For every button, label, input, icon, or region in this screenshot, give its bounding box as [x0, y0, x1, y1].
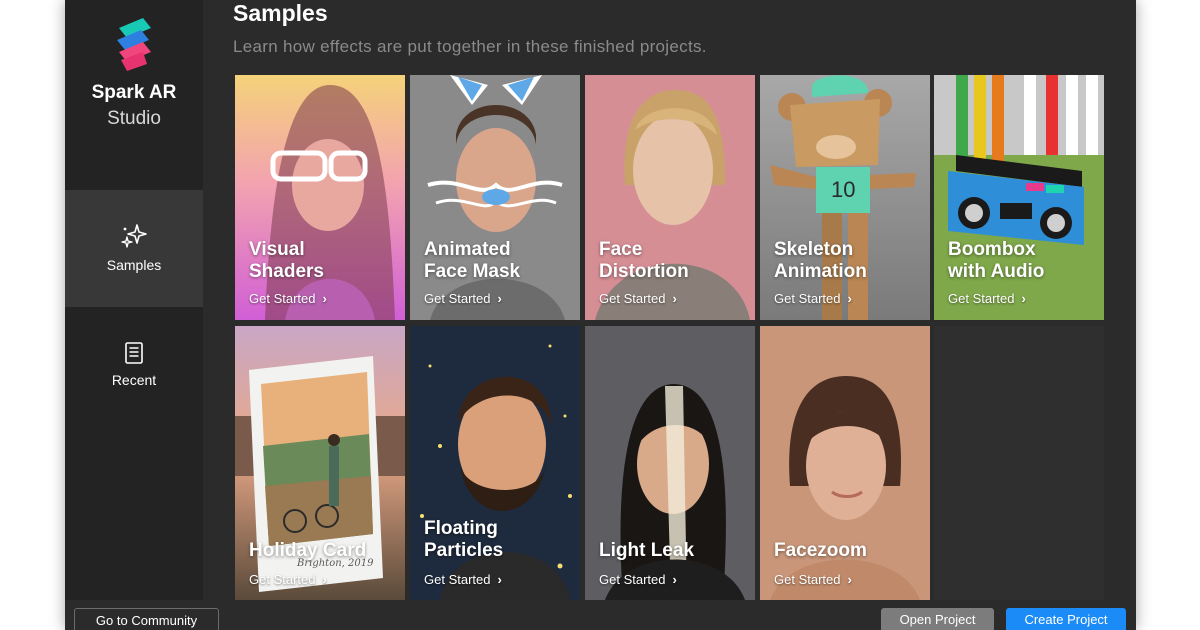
card-title: Holiday Card	[249, 540, 367, 561]
animated-face-mask-thumbnail	[410, 75, 580, 320]
get-started-link[interactable]: Get Started ›	[424, 572, 502, 587]
card-title: Distortion	[599, 261, 689, 282]
get-started-link[interactable]: Get Started ›	[599, 572, 677, 587]
chevron-right-icon: ›	[322, 291, 327, 306]
sidebar: Spark AR Studio Samples Recent	[65, 0, 203, 600]
card-title: Animation	[774, 261, 867, 282]
card-title: Skeleton	[774, 239, 854, 260]
sidebar-item-label: Samples	[106, 257, 162, 273]
sample-card-boombox-with-audio[interactable]: Boombox with Audio Get Started ›	[934, 75, 1104, 320]
get-started-label: Get Started	[424, 572, 491, 587]
page-subtitle: Learn how effects are put together in th…	[233, 37, 707, 56]
get-started-label: Get Started	[249, 572, 316, 587]
desktop-background-right	[1136, 0, 1200, 630]
get-started-link[interactable]: Get Started ›	[249, 572, 327, 587]
chevron-right-icon: ›	[847, 291, 852, 306]
skeleton-animation-thumbnail: 10	[760, 75, 930, 320]
sample-card-skeleton-animation[interactable]: 10 Skeleton Animation Get Started ›	[760, 75, 930, 320]
visual-shaders-thumbnail	[235, 75, 405, 320]
samples-panel: Samples Learn how effects are put togeth…	[203, 0, 1136, 600]
go-to-community-button[interactable]: Go to Community	[74, 608, 219, 630]
card-title: Visual	[249, 239, 305, 260]
sample-card-holiday-card[interactable]: Brighton, 2019 Holiday Card Get Started ›	[235, 326, 405, 600]
get-started-link[interactable]: Get Started ›	[774, 291, 852, 306]
get-started-label: Get Started	[774, 291, 841, 306]
face-distortion-thumbnail	[585, 75, 755, 320]
get-started-link[interactable]: Get Started ›	[948, 291, 1026, 306]
sidebar-item-recent[interactable]: Recent	[65, 307, 203, 424]
sample-card-visual-shaders[interactable]: Visual Shaders Get Started ›	[235, 75, 405, 320]
chevron-right-icon: ›	[672, 291, 677, 306]
card-title: with Audio	[948, 261, 1045, 282]
chevron-right-icon: ›	[497, 291, 502, 306]
card-title: Facezoom	[774, 540, 867, 561]
get-started-label: Get Started	[424, 291, 491, 306]
open-project-button[interactable]: Open Project	[881, 608, 994, 630]
card-title: Face Mask	[424, 261, 521, 282]
card-title: Light Leak	[599, 540, 695, 561]
sparkle-icon	[121, 224, 147, 248]
get-started-link[interactable]: Get Started ›	[599, 291, 677, 306]
get-started-label: Get Started	[249, 291, 316, 306]
card-title: Shaders	[249, 261, 324, 282]
app-window: Spark AR Studio Samples Recent Samples L…	[65, 0, 1136, 630]
get-started-label: Get Started	[599, 291, 666, 306]
brand-block: Spark AR Studio	[65, 0, 203, 190]
get-started-link[interactable]: Get Started ›	[249, 291, 327, 306]
chevron-right-icon: ›	[497, 572, 502, 587]
get-started-link[interactable]: Get Started ›	[774, 572, 852, 587]
sidebar-item-label: Recent	[111, 372, 157, 388]
desktop-background-left	[0, 0, 65, 630]
spark-ar-logo-icon	[117, 18, 151, 71]
chevron-right-icon: ›	[672, 572, 677, 587]
sample-card-floating-particles[interactable]: Floating Particles Get Started ›	[410, 326, 580, 600]
sidebar-item-samples[interactable]: Samples	[65, 190, 203, 307]
get-started-label: Get Started	[599, 572, 666, 587]
svg-text:10: 10	[831, 177, 855, 202]
sample-card-light-leak[interactable]: Light Leak Get Started ›	[585, 326, 755, 600]
chevron-right-icon: ›	[847, 572, 852, 587]
app-name: Spark AR	[91, 82, 177, 103]
document-icon	[125, 342, 143, 364]
page-title: Samples	[233, 0, 328, 26]
get-started-link[interactable]: Get Started ›	[424, 291, 502, 306]
card-title: Floating	[424, 518, 498, 539]
sample-card-animated-face-mask[interactable]: Animated Face Mask Get Started ›	[410, 75, 580, 320]
card-title: Boombox	[948, 239, 1036, 260]
empty-card-slot	[934, 326, 1104, 600]
get-started-label: Get Started	[774, 572, 841, 587]
chevron-right-icon: ›	[322, 572, 327, 587]
sample-card-face-distortion[interactable]: Face Distortion Get Started ›	[585, 75, 755, 320]
get-started-label: Get Started	[948, 291, 1015, 306]
card-title: Face	[599, 239, 643, 260]
boombox-with-audio-thumbnail	[934, 75, 1104, 320]
card-title: Particles	[424, 540, 504, 561]
create-project-button[interactable]: Create Project	[1006, 608, 1126, 630]
app-name-suffix: Studio	[107, 108, 161, 129]
chevron-right-icon: ›	[1021, 291, 1026, 306]
card-title: Animated	[424, 239, 511, 260]
sample-card-facezoom[interactable]: Facezoom Get Started ›	[760, 326, 930, 600]
footer-bar: Go to Community Open Project Create Proj…	[65, 600, 1136, 630]
